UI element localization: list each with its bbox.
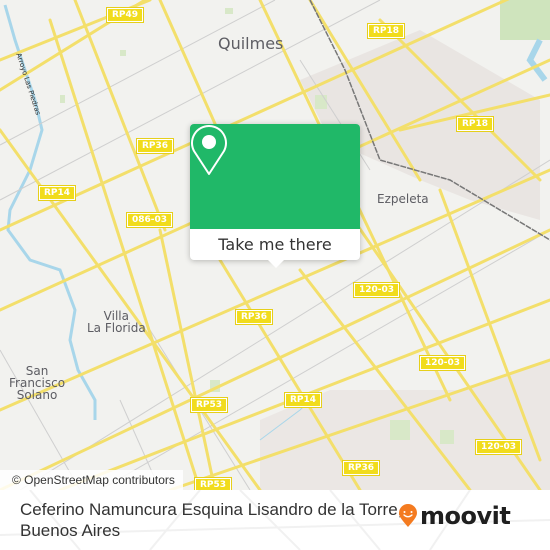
- popup-header: [190, 124, 360, 229]
- map[interactable]: Quilmes Ezpeleta Villa La Florida San Fr…: [0, 0, 550, 490]
- location-popup: Take me there: [190, 124, 360, 268]
- road-shield: RP36: [234, 309, 274, 325]
- place-label-ezpeleta: Ezpeleta: [377, 192, 429, 206]
- road-shield: 086-03: [125, 212, 174, 228]
- popup-pointer: [268, 260, 284, 268]
- road-shield: 120-03: [352, 282, 401, 298]
- road-shield: 120-03: [418, 355, 467, 371]
- place-label-quilmes: Quilmes: [218, 34, 284, 53]
- address-line-2: Buenos Aires: [20, 521, 121, 540]
- location-address: Ceferino Namuncura Esquina Lisandro de l…: [20, 499, 402, 541]
- moovit-logo[interactable]: moovit: [398, 502, 511, 530]
- road-shield: RP53: [189, 397, 229, 413]
- take-me-there-button[interactable]: Take me there: [190, 229, 360, 260]
- moovit-wordmark: moovit: [420, 502, 511, 530]
- road-shield: RP36: [135, 138, 175, 154]
- road-shield: RP36: [341, 460, 381, 476]
- moovit-pin-icon: [399, 504, 417, 527]
- road-shield: RP53: [193, 477, 233, 490]
- road-shield: RP14: [283, 392, 323, 408]
- place-label-san-francisco-solano: San Francisco Solano: [9, 364, 66, 402]
- place-label-villa-la-florida: Villa La Florida: [87, 309, 146, 335]
- map-attribution[interactable]: © OpenStreetMap contributors: [0, 470, 183, 490]
- map-pin-icon: [191, 125, 227, 175]
- address-line-1: Ceferino Namuncura Esquina Lisandro de l…: [20, 500, 403, 519]
- road-shield: 120-03: [474, 439, 523, 455]
- road-shield: RP18: [455, 116, 495, 132]
- road-shield: RP18: [366, 23, 406, 39]
- road-shield: RP49: [105, 7, 145, 23]
- road-shield: RP14: [37, 185, 77, 201]
- footer: Ceferino Namuncura Esquina Lisandro de l…: [0, 490, 550, 550]
